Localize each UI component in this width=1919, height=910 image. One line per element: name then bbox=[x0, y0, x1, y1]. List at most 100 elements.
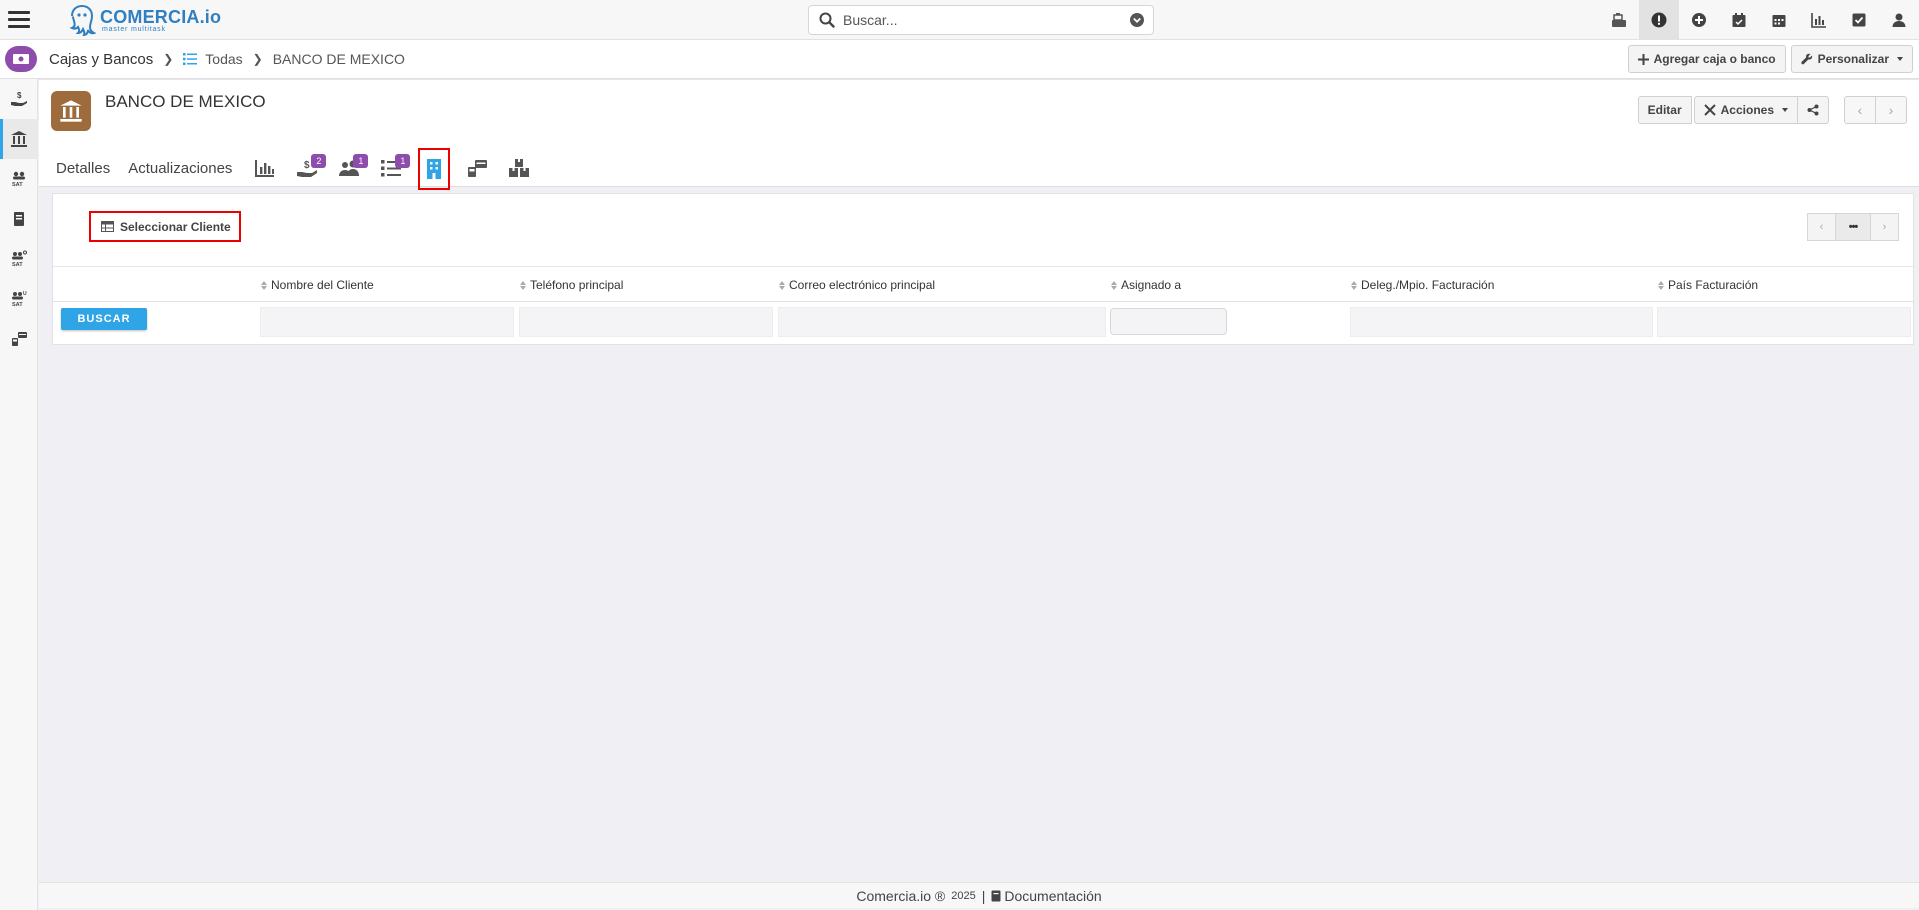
sort-icon bbox=[520, 280, 526, 290]
tab-clients[interactable] bbox=[418, 148, 451, 190]
tab-tasks[interactable]: 1 bbox=[376, 153, 411, 183]
record-header: BANCO DE MEXICO Editar Acciones ‹ › Deta… bbox=[39, 80, 1919, 190]
bar-chart-icon bbox=[255, 160, 275, 177]
column-assigned-to[interactable]: Asignado a bbox=[1111, 267, 1181, 303]
add-icon[interactable] bbox=[1679, 0, 1719, 40]
calendar-icon[interactable] bbox=[1759, 0, 1799, 40]
column-label: Nombre del Cliente bbox=[271, 278, 374, 292]
book-icon bbox=[991, 890, 1001, 901]
add-bank-button[interactable]: Agregar caja o banco bbox=[1627, 45, 1786, 73]
filter-phone[interactable] bbox=[519, 307, 773, 337]
search-icon bbox=[819, 12, 835, 28]
edit-button[interactable]: Editar bbox=[1637, 96, 1692, 124]
tasks-badge: 1 bbox=[395, 154, 411, 168]
edit-label: Editar bbox=[1647, 103, 1682, 117]
calendar-check-icon[interactable] bbox=[1719, 0, 1759, 40]
boxes-icon bbox=[509, 159, 530, 177]
grid-header: Nombre del Cliente Teléfono principal Co… bbox=[53, 266, 1913, 302]
svg-text:$: $ bbox=[17, 91, 22, 100]
previous-record-button[interactable]: ‹ bbox=[1844, 96, 1876, 124]
sat-team-icon: USAT bbox=[12, 291, 27, 308]
chevron-left-icon: ‹ bbox=[1819, 221, 1824, 233]
top-bar: COMERCIA.io master multitask bbox=[0, 0, 1919, 40]
filter-billing-country[interactable] bbox=[1657, 307, 1911, 337]
user-icon[interactable] bbox=[1879, 0, 1919, 40]
tab-details[interactable]: Detalles bbox=[56, 160, 110, 177]
page-options-button[interactable]: ••• bbox=[1835, 213, 1871, 241]
logo-tagline: master multitask bbox=[102, 25, 166, 33]
bank-icon bbox=[11, 131, 27, 147]
column-client-name[interactable]: Nombre del Cliente bbox=[261, 267, 374, 303]
alert-icon[interactable] bbox=[1639, 0, 1679, 40]
select-client-button[interactable]: Seleccionar Cliente bbox=[89, 211, 241, 242]
card-terminal-icon bbox=[468, 160, 488, 177]
next-page-button[interactable]: › bbox=[1870, 213, 1899, 241]
sidebar-item-payments[interactable]: $ bbox=[0, 79, 38, 119]
sidebar-item-sat-employees[interactable]: U SAT bbox=[0, 279, 38, 319]
sidebar-item-sat-clients[interactable]: SAT bbox=[0, 159, 38, 199]
module-badge[interactable] bbox=[5, 46, 37, 72]
record-actions: Editar Acciones bbox=[1637, 96, 1829, 124]
breadcrumb-list[interactable]: Todas bbox=[205, 51, 242, 67]
sidebar-item-sat-providers[interactable]: SAT bbox=[0, 239, 38, 279]
cash-register-icon[interactable] bbox=[1599, 0, 1639, 40]
select-client-label: Seleccionar Cliente bbox=[120, 219, 231, 234]
chevron-down-icon[interactable] bbox=[1129, 12, 1145, 28]
logo[interactable]: COMERCIA.io master multitask bbox=[68, 3, 221, 37]
customize-label: Personalizar bbox=[1817, 52, 1889, 66]
tab-terminals[interactable] bbox=[462, 153, 492, 183]
header-actions: Agregar caja o banco Personalizar bbox=[1627, 45, 1913, 73]
record-title: BANCO DE MEXICO bbox=[105, 92, 266, 111]
filter-billing-municipality[interactable] bbox=[1350, 307, 1653, 337]
sidebar-item-banks[interactable] bbox=[0, 119, 38, 159]
record-avatar bbox=[51, 91, 91, 131]
breadcrumb-bar: Cajas y Bancos ❯ Todas ❯ BANCO DE MEXICO… bbox=[0, 40, 1919, 79]
previous-page-button[interactable]: ‹ bbox=[1807, 213, 1836, 241]
sort-icon bbox=[1351, 280, 1357, 290]
chart-icon[interactable] bbox=[1799, 0, 1839, 40]
filter-client-name[interactable] bbox=[260, 307, 514, 337]
footer-brand: Comercia.io ® bbox=[856, 887, 946, 904]
footer-separator: | bbox=[981, 887, 986, 904]
sort-icon bbox=[1111, 280, 1117, 290]
payments-badge: 2 bbox=[311, 154, 327, 168]
breadcrumb-module[interactable]: Cajas y Bancos bbox=[49, 51, 153, 68]
next-record-button[interactable]: › bbox=[1875, 96, 1907, 124]
search-button[interactable]: BUSCAR bbox=[61, 308, 147, 330]
column-billing-municipality[interactable]: Deleg./Mpio. Facturación bbox=[1351, 267, 1494, 303]
tab-charts[interactable] bbox=[250, 153, 280, 183]
share-icon bbox=[1807, 104, 1819, 116]
menu-icon[interactable] bbox=[8, 8, 30, 30]
sat-group-icon: SAT bbox=[12, 250, 27, 268]
sort-icon bbox=[261, 280, 267, 290]
filter-assigned-to[interactable] bbox=[1110, 308, 1227, 335]
task-icon[interactable] bbox=[1839, 0, 1879, 40]
share-button[interactable] bbox=[1797, 96, 1829, 124]
filter-email[interactable] bbox=[778, 307, 1106, 337]
sidebar-item-ledger[interactable] bbox=[0, 199, 38, 239]
column-label: Teléfono principal bbox=[530, 278, 624, 292]
documentation-link[interactable]: Documentación bbox=[991, 888, 1102, 904]
customize-button[interactable]: Personalizar bbox=[1790, 45, 1913, 73]
money-icon bbox=[13, 54, 29, 64]
breadcrumb: Cajas y Bancos ❯ Todas ❯ BANCO DE MEXICO bbox=[49, 40, 405, 78]
octopus-logo-icon bbox=[69, 4, 96, 36]
sort-icon bbox=[779, 280, 785, 290]
tab-updates[interactable]: Actualizaciones bbox=[128, 160, 232, 177]
tab-payments[interactable]: $2 bbox=[292, 153, 327, 183]
footer: Comercia.io ® 2025 | Documentación bbox=[39, 882, 1919, 908]
column-phone[interactable]: Teléfono principal bbox=[520, 267, 623, 303]
chevron-left-icon: ‹ bbox=[1857, 102, 1863, 118]
search-input[interactable] bbox=[843, 12, 1129, 28]
chevron-right-icon: › bbox=[1888, 102, 1894, 118]
column-email[interactable]: Correo electrónico principal bbox=[779, 267, 935, 303]
list-icon bbox=[183, 53, 198, 65]
tools-icon bbox=[1703, 104, 1716, 116]
tab-inventory[interactable] bbox=[504, 153, 534, 183]
sidebar-item-terminal[interactable] bbox=[0, 319, 38, 359]
actions-button[interactable]: Acciones bbox=[1693, 96, 1798, 124]
column-billing-country[interactable]: País Facturación bbox=[1658, 267, 1758, 303]
tab-contacts[interactable]: 1 bbox=[334, 153, 369, 183]
global-search bbox=[808, 5, 1154, 35]
sort-icon bbox=[1658, 280, 1664, 290]
